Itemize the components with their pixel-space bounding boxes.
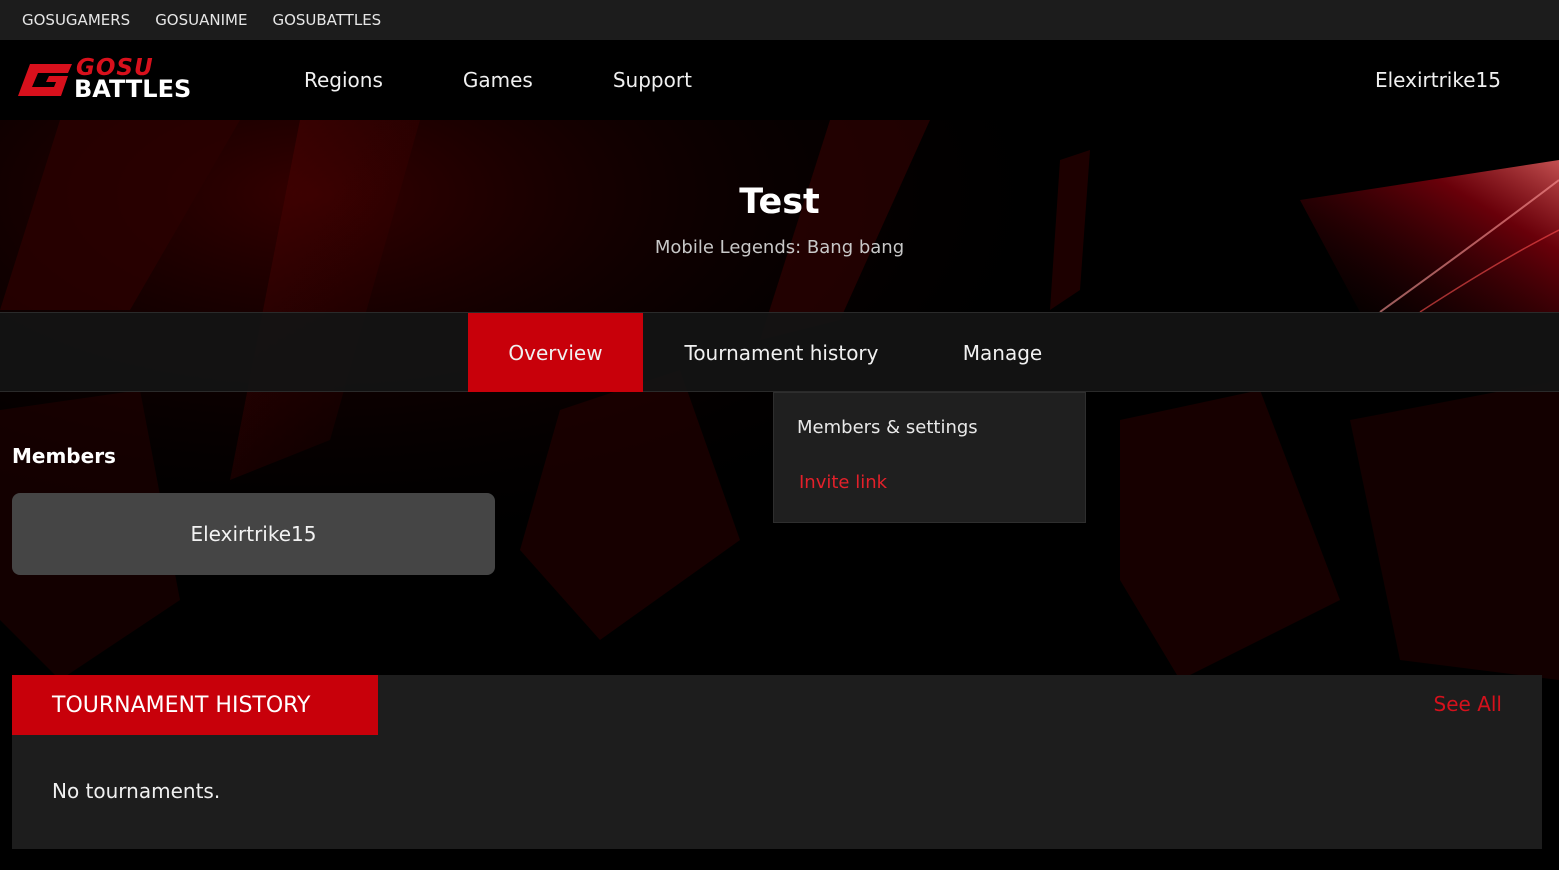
menu-item-invite-link[interactable]: Invite link bbox=[799, 472, 887, 493]
main-nav: Regions Games Support bbox=[304, 40, 772, 120]
tab-tournament-history[interactable]: Tournament history bbox=[643, 313, 920, 392]
tournament-history-panel: TOURNAMENT HISTORY See All No tournament… bbox=[12, 675, 1542, 849]
team-name: Test bbox=[739, 182, 820, 222]
network-strip: GOSUGAMERS GOSUANIME GOSUBATTLES bbox=[0, 0, 1559, 40]
network-link-gosubattles[interactable]: GOSUBATTLES bbox=[272, 11, 381, 29]
see-all-link[interactable]: See All bbox=[1434, 692, 1502, 716]
tab-overview[interactable]: Overview bbox=[468, 313, 643, 392]
site-header: GOSU BATTLES Regions Games Support Elexi… bbox=[0, 40, 1559, 120]
menu-item-members-settings[interactable]: Members & settings bbox=[797, 417, 978, 438]
network-link-gosugamers[interactable]: GOSUGAMERS bbox=[22, 11, 130, 29]
network-link-gosuanime[interactable]: GOSUANIME bbox=[155, 11, 247, 29]
member-card[interactable]: Elexirtrike15 bbox=[12, 493, 495, 575]
members-heading: Members bbox=[12, 444, 116, 468]
tab-manage[interactable]: Manage bbox=[920, 313, 1085, 392]
empty-state-text: No tournaments. bbox=[52, 779, 221, 803]
team-hero: Test Mobile Legends: Bang bang bbox=[0, 120, 1559, 312]
team-game: Mobile Legends: Bang bang bbox=[654, 237, 905, 258]
gosubattles-logo[interactable]: GOSU BATTLES bbox=[16, 56, 226, 103]
logo-word-battles: BATTLES bbox=[74, 75, 192, 103]
team-tabs: Overview Tournament history Manage bbox=[0, 312, 1559, 392]
nav-support[interactable]: Support bbox=[613, 68, 692, 92]
manage-dropdown: Members & settings Invite link bbox=[773, 392, 1086, 523]
tournament-history-heading: TOURNAMENT HISTORY bbox=[12, 675, 378, 735]
user-menu[interactable]: Elexirtrike15 bbox=[1375, 40, 1501, 120]
gosu-g-icon bbox=[18, 64, 72, 96]
nav-games[interactable]: Games bbox=[463, 68, 533, 92]
nav-regions[interactable]: Regions bbox=[304, 68, 383, 92]
